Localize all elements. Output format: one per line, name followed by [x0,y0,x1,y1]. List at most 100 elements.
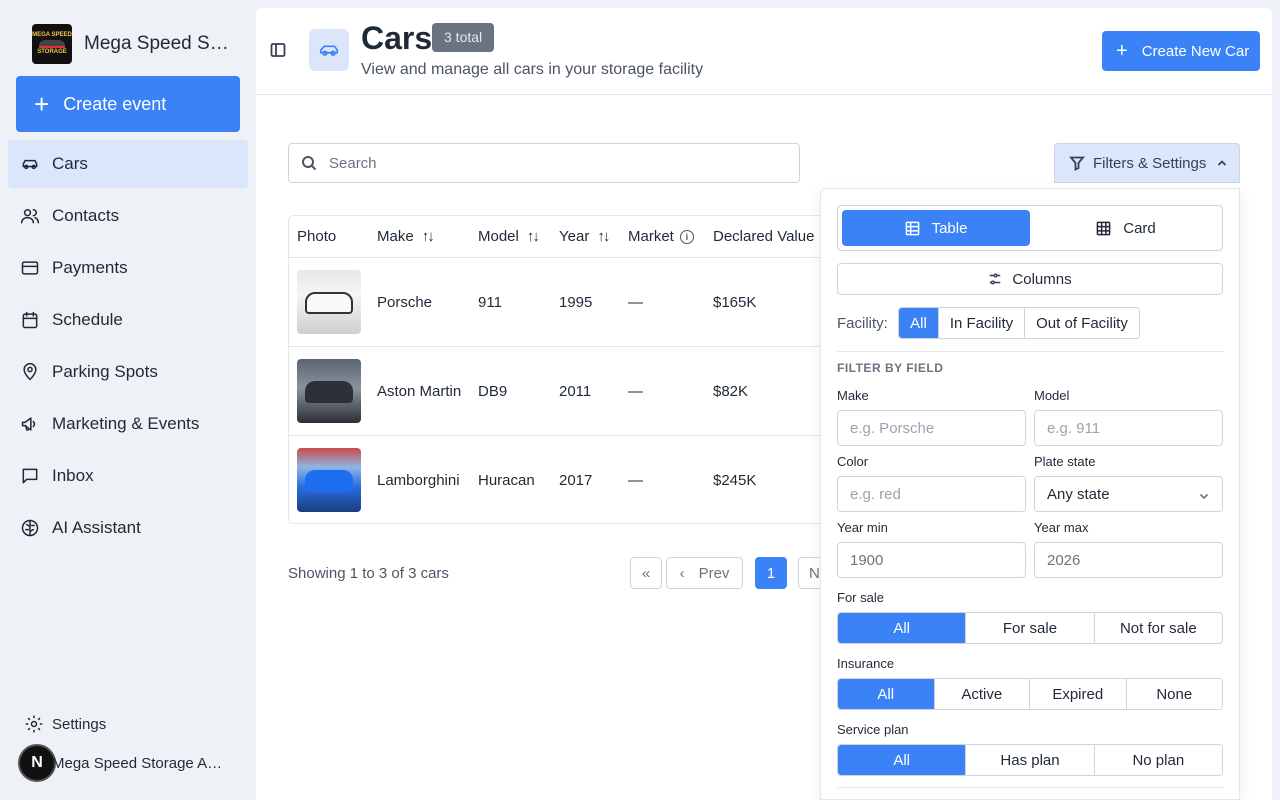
insurance-filter: All Active Expired None [837,678,1223,710]
plus-icon: + [34,89,50,119]
brand-logo: MEGA SPEED STORAGE [32,24,72,64]
sidebar-item-cars[interactable]: Cars [8,140,248,188]
facility-filter: All In Facility Out of Facility [898,307,1140,339]
car-icon [319,45,339,56]
total-count-badge: 3 total [432,23,495,52]
search-input[interactable] [329,154,769,172]
for-sale-option[interactable]: For sale [965,613,1094,643]
cell-declared-value: $165K [713,294,757,311]
sidebar-item-payments[interactable]: Payments [8,244,248,292]
service-plan-all-option[interactable]: All [838,745,966,775]
sidebar-item-label: Marketing & Events [52,414,200,433]
insurance-active-option[interactable]: Active [933,679,1029,709]
prev-page-button[interactable]: ‹ Prev [666,557,743,589]
car-photo [297,270,361,334]
next-page-button[interactable]: N [798,557,822,589]
sidebar-item-contacts[interactable]: Contacts [8,192,248,240]
table-row[interactable]: Porsche 911 1995 — $165K [289,258,847,347]
for-sale-all-option[interactable]: All [838,613,966,643]
insurance-expired-option[interactable]: Expired [1029,679,1126,709]
not-for-sale-option[interactable]: Not for sale [1093,613,1222,643]
model-input[interactable] [1034,410,1223,446]
gear-icon [25,715,43,733]
chevron-down-icon [1199,493,1209,500]
year-max-input[interactable] [1034,542,1223,578]
megaphone-icon [21,417,36,431]
page-1-button[interactable]: 1 [755,557,787,589]
create-event-label: Create event [63,93,167,114]
brand[interactable]: MEGA SPEED STORAGE Mega Speed Storage [32,24,232,64]
facility-in-option[interactable]: In Facility [938,308,1024,338]
credit-card-icon [21,261,39,275]
page-icon [309,29,349,71]
columns-label: Columns [1012,270,1072,288]
sidebar-item-schedule[interactable]: Schedule [8,296,248,344]
view-mode-toggle: Table Card [837,205,1223,251]
make-input[interactable] [837,410,1026,446]
table-row[interactable]: Lamborghini Huracan 2017 — $245K [289,436,847,523]
sidebar-item-ai-assistant[interactable]: AI Assistant [8,504,248,552]
cell-declared-value: $245K [713,472,757,489]
brain-icon [21,519,39,537]
sidebar-item-label: Cars [52,154,88,173]
year-min-input[interactable] [837,542,1026,578]
sort-icon: ↑↓ [526,228,540,245]
column-header-model[interactable]: Model ↑↓ [478,228,540,245]
cell-make: Aston Martin [377,383,462,400]
sidebar-item-marketing-events[interactable]: Marketing & Events [8,400,248,448]
avatar: N [18,744,56,782]
insurance-all-option[interactable]: All [838,679,934,709]
grid-icon [1096,221,1111,235]
sidebar-item-label: Schedule [52,310,123,329]
user-profile[interactable]: N Mega Speed Storage Admin [18,744,230,782]
color-input[interactable] [837,476,1026,512]
no-plan-option[interactable]: No plan [1093,745,1222,775]
calendar-icon [22,311,38,329]
has-plan-option[interactable]: Has plan [965,745,1094,775]
cell-model: DB9 [478,383,508,400]
model-label: Model [1034,388,1070,403]
create-new-car-button[interactable]: + Create New Car [1102,31,1260,71]
insurance-none-option[interactable]: None [1125,679,1222,709]
first-page-button[interactable]: « [630,557,662,589]
settings-link[interactable]: Settings [24,714,106,734]
sidebar: MEGA SPEED STORAGE Mega Speed Storage + … [0,0,256,800]
plus-icon: + [1116,40,1128,62]
search-box[interactable] [288,143,800,183]
sidebar-item-label: AI Assistant [52,518,141,537]
logo-text-top: MEGA SPEED [32,32,72,38]
sidebar-item-inbox[interactable]: Inbox [8,452,248,500]
sidebar-item-label: Inbox [52,466,94,485]
logo-text-bottom: STORAGE [37,49,67,55]
message-square-icon [22,468,38,484]
view-table-label: Table [931,219,968,237]
filters-settings-button[interactable]: Filters & Settings [1054,143,1240,183]
cell-market: — [628,294,643,311]
for-sale-filter: All For sale Not for sale [837,612,1223,644]
create-event-button[interactable]: + Create event [16,76,240,132]
chevron-up-icon [1218,160,1227,166]
view-card-button[interactable]: Card [1032,210,1220,246]
info-icon[interactable]: i [679,229,694,244]
service-plan-label: Service plan [837,722,909,737]
table-row[interactable]: Aston Martin DB9 2011 — $82K [289,347,847,436]
column-header-make[interactable]: Make ↑↓ [377,228,435,245]
plate-state-select[interactable]: Any state [1034,476,1223,512]
filters-settings-label: Filters & Settings [1093,154,1207,172]
column-header-year[interactable]: Year ↑↓ [559,228,610,245]
for-sale-label: For sale [837,590,884,605]
cell-model: 911 [478,294,502,311]
toggle-sidebar-button[interactable] [270,42,286,58]
columns-button[interactable]: Columns [837,263,1223,295]
divider [837,351,1223,352]
view-table-button[interactable]: Table [842,210,1030,246]
year-max-label: Year max [1034,520,1089,535]
create-new-car-label: Create New Car [1141,42,1250,60]
facility-all-option[interactable]: All [899,308,938,338]
cell-year: 2011 [559,383,592,400]
cell-year: 2017 [559,472,593,489]
sidebar-item-parking-spots[interactable]: Parking Spots [8,348,248,396]
column-header-declared-value: Declared Value [713,228,815,245]
facility-out-option[interactable]: Out of Facility [1024,308,1139,338]
sort-icon: ↑↓ [597,228,610,245]
